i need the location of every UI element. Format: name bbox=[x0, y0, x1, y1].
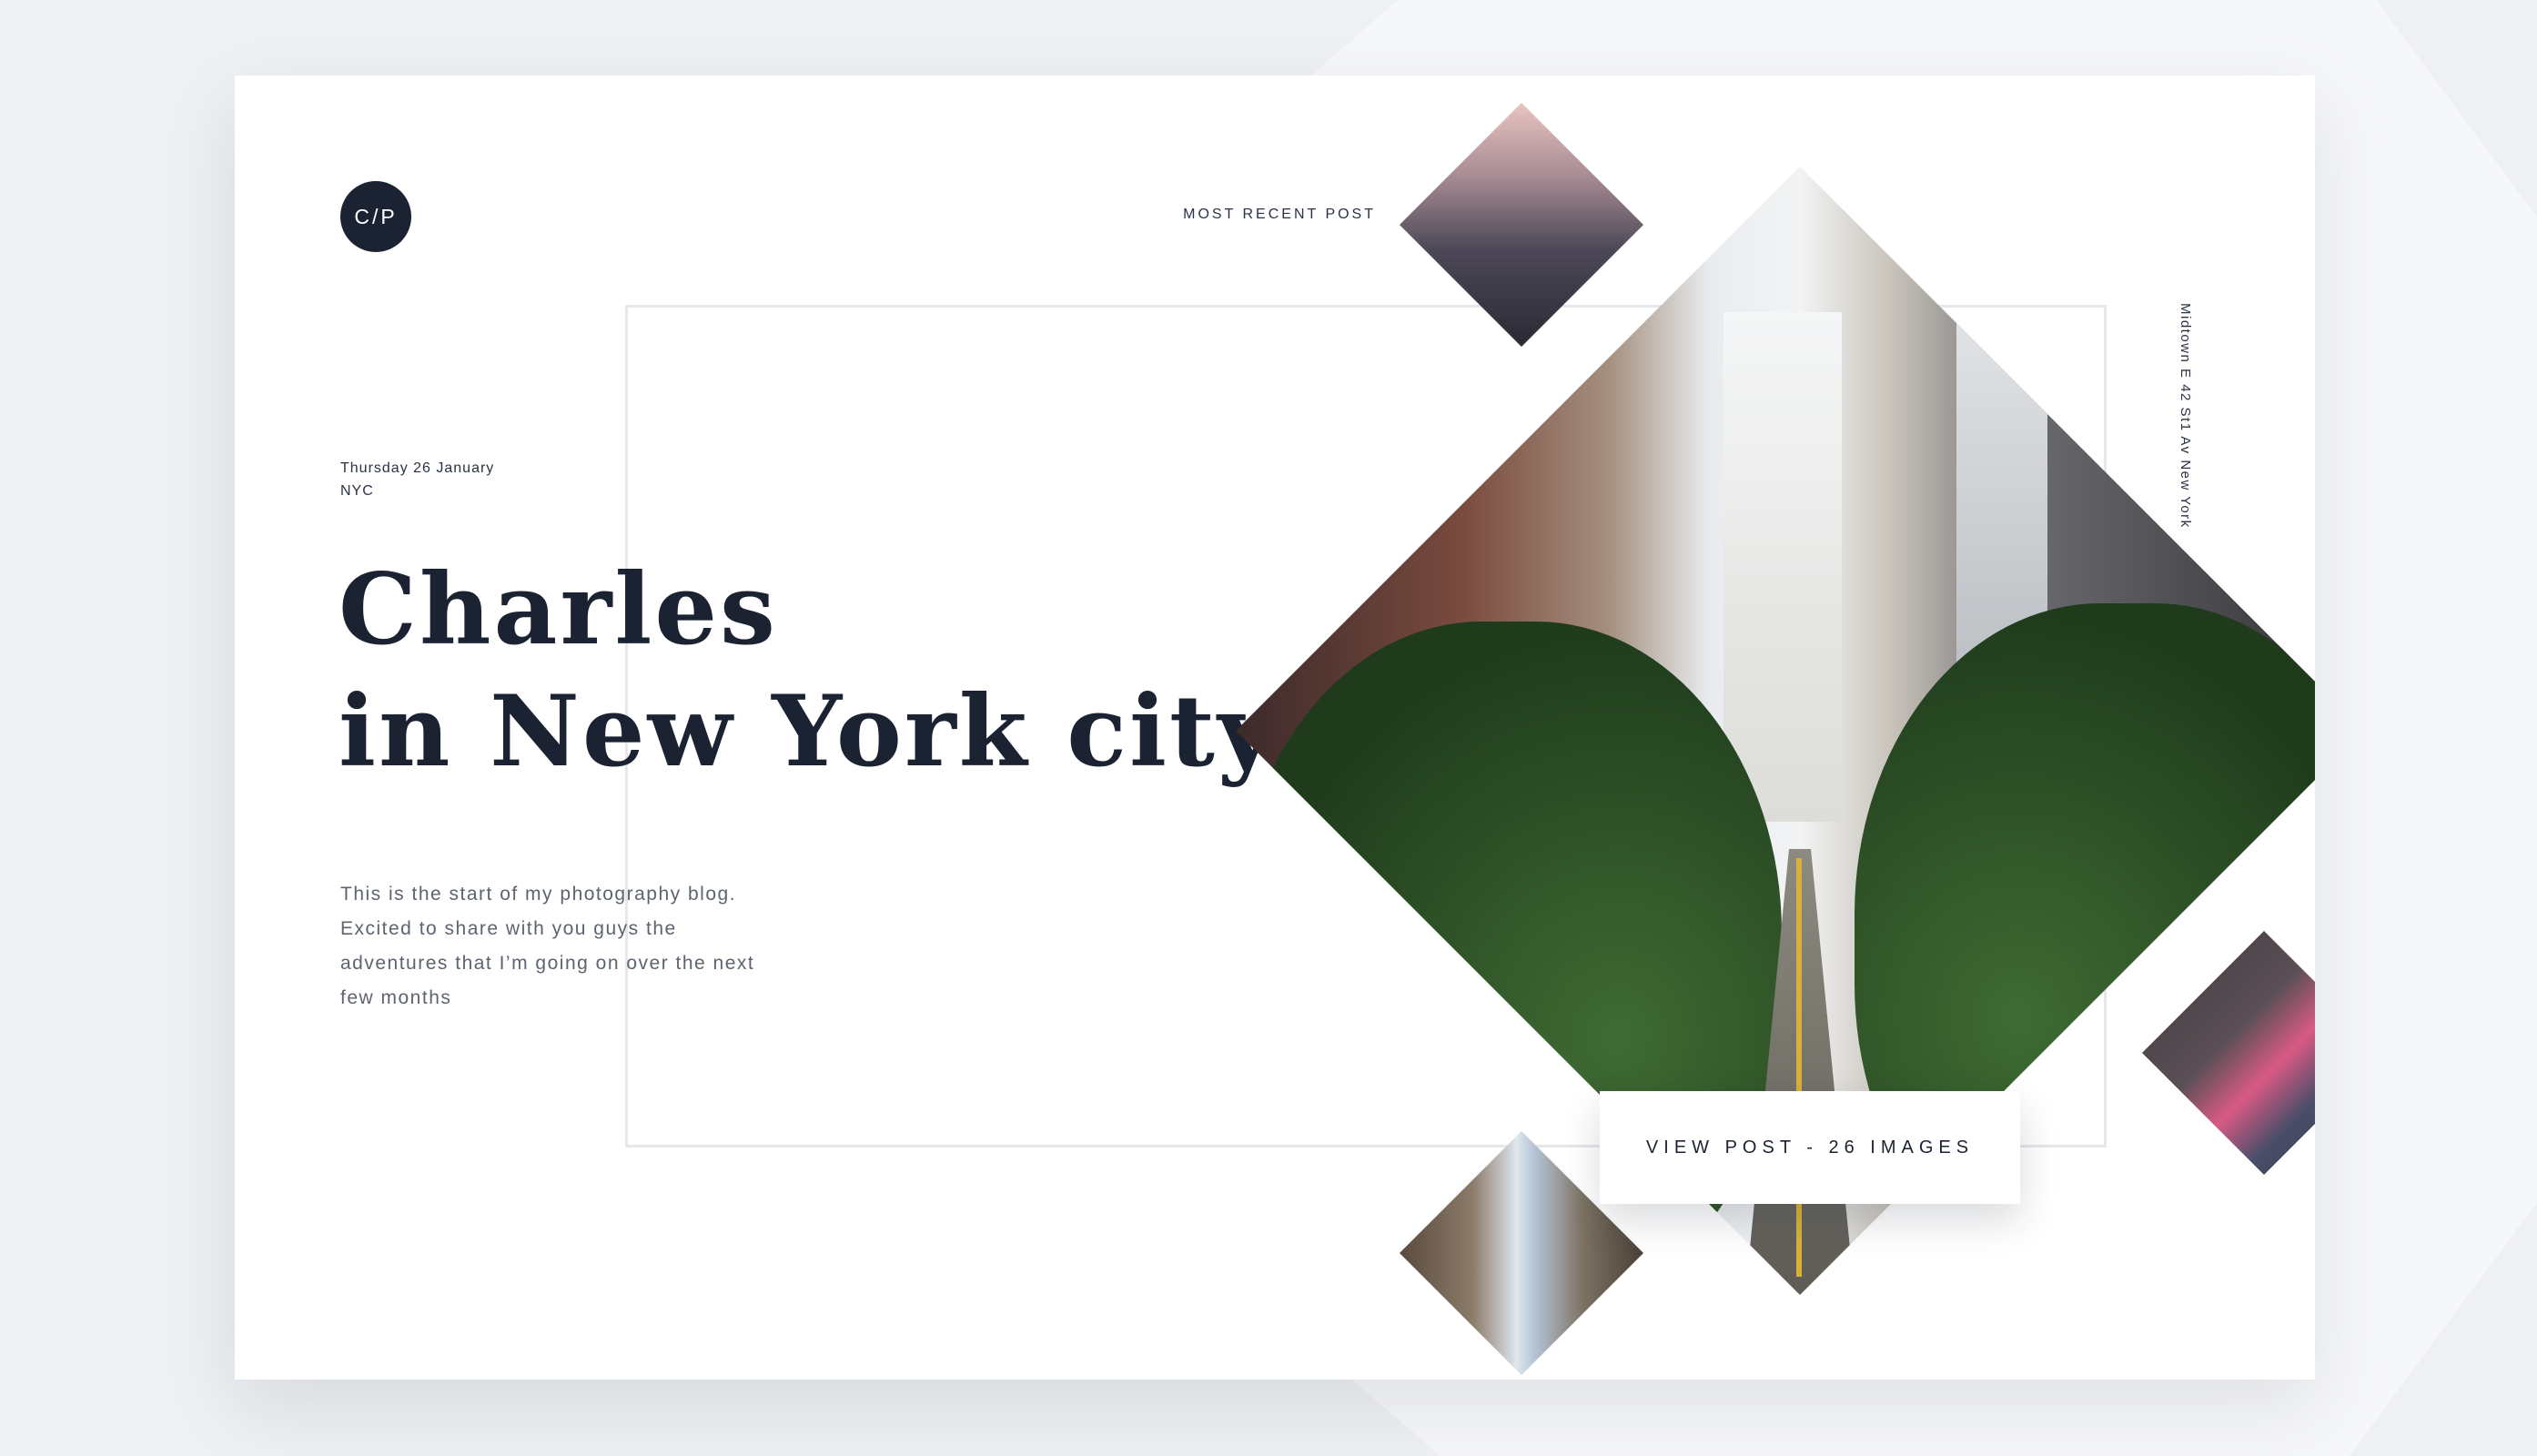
title-line-1: Charles bbox=[339, 552, 778, 667]
post-description: This is the start of my photography blog… bbox=[340, 884, 755, 1008]
photo-lane-line bbox=[1796, 858, 1802, 1277]
logo-text: C/P bbox=[354, 204, 398, 228]
photo-spire bbox=[1987, 221, 2018, 303]
location-line-2: New York bbox=[2178, 460, 2193, 529]
post-card: C/P MOST RECENT POST Thursday 26 January… bbox=[235, 76, 2315, 1380]
location-line-1: Midtown E 42 St1 Av bbox=[2178, 303, 2193, 455]
view-post-button[interactable]: VIEW POST - 26 IMAGES bbox=[1600, 1091, 2020, 1204]
title-line-2: in New York city bbox=[339, 674, 1278, 789]
post-date-block: Thursday 26 January NYC bbox=[340, 457, 494, 502]
logo[interactable]: C/P bbox=[340, 181, 411, 252]
most-recent-post-label: MOST RECENT POST bbox=[1183, 207, 1376, 222]
post-date: Thursday 26 January bbox=[340, 460, 495, 476]
page-title: Charles in New York city bbox=[339, 549, 1278, 793]
photo-sky bbox=[1723, 312, 1842, 822]
location-label: Midtown E 42 St1 Av New York bbox=[2173, 303, 2197, 529]
thumbnail-times-square-photo[interactable] bbox=[2142, 931, 2315, 1175]
post-place: NYC bbox=[340, 483, 374, 499]
